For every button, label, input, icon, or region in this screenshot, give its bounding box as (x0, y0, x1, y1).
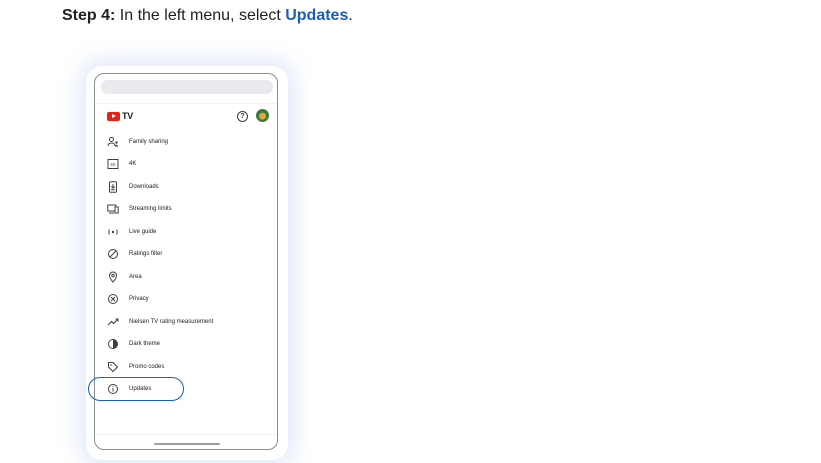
step-target: Updates (285, 7, 349, 24)
menu-item-label: Family sharing (129, 139, 169, 145)
step-prefix: Step 4: (62, 7, 116, 24)
block-icon (106, 247, 120, 261)
menu-item-label: Live guide (129, 229, 157, 235)
menu-item-label: Promo codes (129, 364, 165, 370)
4k-icon: 4K (106, 157, 120, 171)
step-end: . (348, 7, 353, 24)
divider (95, 434, 277, 435)
menu-item-area[interactable]: Area (95, 270, 277, 284)
menu-item-label: Downloads (129, 184, 159, 190)
privacy-icon (106, 292, 120, 306)
menu-item-privacy[interactable]: Privacy (95, 292, 277, 306)
youtube-tv-logo[interactable]: TV (107, 111, 133, 121)
avatar[interactable] (256, 109, 269, 122)
menu-item-nielsen[interactable]: Nielsen TV rating measurement (95, 315, 277, 329)
menu-item-promo-codes[interactable]: Promo codes (95, 360, 277, 374)
family-icon (106, 135, 120, 149)
theme-icon (106, 337, 120, 351)
tag-icon (106, 360, 120, 374)
menu-item-label: Streaming limits (129, 206, 172, 212)
menu-item-label: 4K (129, 161, 137, 167)
download-icon (106, 180, 120, 194)
devices-icon (106, 202, 120, 216)
menu-item-4k[interactable]: 4K 4K (95, 157, 277, 171)
divider (95, 103, 277, 104)
menu-item-family-sharing[interactable]: Family sharing (95, 135, 277, 149)
menu-item-label: Area (129, 274, 142, 280)
trending-icon (106, 315, 120, 329)
menu-item-label: Privacy (129, 296, 149, 302)
menu-item-downloads[interactable]: Downloads (95, 180, 277, 194)
instruction-text: Step 4: In the left menu, select Updates… (62, 6, 353, 26)
location-icon (106, 270, 120, 284)
url-bar[interactable] (101, 80, 273, 94)
menu-item-label: Ratings filter (129, 251, 163, 257)
step-text: In the left menu, select (115, 7, 286, 24)
menu-item-dark-theme[interactable]: Dark theme (95, 337, 277, 351)
menu-item-ratings-filter[interactable]: Ratings filter (95, 247, 277, 261)
menu-item-live-guide[interactable]: Live guide (95, 225, 277, 239)
menu-item-label: Nielsen TV rating measurement (129, 319, 214, 325)
menu-item-label: Dark theme (129, 341, 161, 347)
svg-text:4K: 4K (110, 162, 116, 167)
home-indicator[interactable] (154, 443, 220, 445)
help-circle-icon[interactable]: ? (237, 111, 248, 122)
updates-highlight-outline (88, 377, 184, 401)
live-icon (106, 225, 120, 239)
youtube-play-icon (107, 111, 120, 121)
menu-item-streaming-limits[interactable]: Streaming limits (95, 202, 277, 216)
logo-text: TV (122, 111, 134, 121)
